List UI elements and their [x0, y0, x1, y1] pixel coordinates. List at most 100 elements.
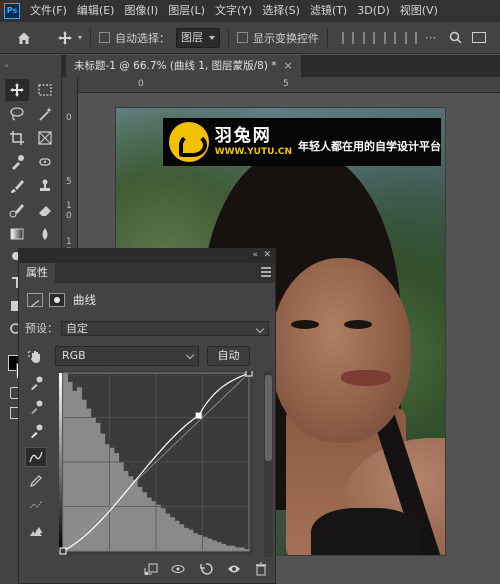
menu-view[interactable]: 视图(V) — [395, 0, 443, 22]
separator — [228, 28, 230, 47]
auto-select-dropdown[interactable]: 图层 — [176, 27, 221, 48]
lasso-tool[interactable] — [5, 103, 29, 125]
blur-tool[interactable] — [33, 223, 57, 245]
auto-button[interactable]: 自动 — [207, 346, 250, 366]
menu-edit[interactable]: 编辑(E) — [72, 0, 120, 22]
curves-graph-svg[interactable] — [59, 371, 253, 555]
histogram-bar — [174, 520, 180, 551]
adjustment-header: 曲线 — [27, 290, 96, 310]
preset-dropdown[interactable]: 自定 — [61, 320, 269, 336]
photo-lips — [341, 370, 391, 386]
ruler-tick-label: 0 — [66, 211, 72, 221]
white-point-eyedropper-icon[interactable] — [25, 421, 47, 441]
on-image-adjust-icon[interactable] — [25, 347, 47, 365]
photo-top — [311, 508, 421, 555]
align-group — [342, 31, 418, 44]
menu-file[interactable]: 文件(F) — [25, 0, 72, 22]
toolbar-grip: » — [4, 61, 9, 70]
layer-mask-icon[interactable] — [49, 293, 65, 307]
menu-type[interactable]: 文字(Y) — [210, 0, 257, 22]
clip-to-layer-icon[interactable] — [142, 560, 160, 578]
move-tool[interactable] — [5, 79, 29, 101]
align-left-icon[interactable] — [342, 31, 355, 44]
crop-tool[interactable] — [5, 127, 29, 149]
histogram-bar — [188, 529, 194, 551]
close-icon[interactable]: × — [284, 55, 293, 77]
properties-panel: 属性 曲线 预设： 自定 RGB 自动 — [18, 262, 276, 584]
eyedropper-tool[interactable] — [5, 151, 29, 173]
menu-3d[interactable]: 3D(D) — [352, 0, 395, 22]
histogram-bar — [193, 533, 199, 551]
document-tab[interactable]: 未标题-1 @ 66.7% (曲线 1, 图层蒙版/8) * × — [66, 55, 301, 77]
histogram-bar — [67, 381, 73, 551]
align-center-icon[interactable] — [363, 31, 376, 44]
black-point-eyedropper-icon[interactable] — [25, 373, 47, 393]
curve-control-point — [245, 371, 253, 377]
auto-select-label: 自动选择： — [115, 31, 171, 45]
clipping-warning-icon[interactable] — [25, 521, 47, 541]
menu-select[interactable]: 选择(S) — [257, 0, 305, 22]
histogram-bar — [216, 542, 222, 551]
histogram-bar — [221, 543, 227, 551]
histogram-bar — [160, 508, 166, 551]
gradient-tool[interactable] — [5, 223, 29, 245]
close-panel-icon[interactable]: ✕ — [263, 248, 271, 262]
watermark-banner: 羽兔网 WWW.YUTU.CN 年轻人都在用的自学设计平台 — [163, 118, 441, 166]
ruler-tick-label: 1 — [66, 237, 72, 247]
curves-adjustment-icon[interactable] — [27, 293, 43, 307]
photoshop-logo[interactable]: Ps — [4, 3, 20, 19]
histogram-bar — [146, 497, 152, 551]
curve-control-point — [195, 412, 202, 419]
home-icon[interactable] — [14, 28, 34, 48]
curves-graph[interactable] — [59, 371, 253, 555]
eraser-tool[interactable] — [33, 199, 57, 221]
histogram-bar — [165, 513, 171, 551]
histogram-bar — [151, 501, 157, 551]
view-previous-state-icon[interactable] — [169, 560, 187, 578]
panel-menu-icon[interactable] — [261, 267, 271, 277]
workspace-icon[interactable] — [472, 32, 487, 43]
marquee-tool[interactable] — [33, 79, 57, 101]
search-icon[interactable] — [446, 29, 464, 47]
pencil-icon[interactable] — [25, 471, 47, 491]
histogram-bar — [90, 417, 96, 551]
options-bar: ▾ 自动选择： 图层 显示变换控件 ··· — [0, 22, 500, 54]
clone-stamp-tool[interactable] — [33, 175, 57, 197]
yutu-logo-icon — [169, 122, 209, 162]
separator — [90, 28, 92, 47]
collapse-icon[interactable]: « — [252, 248, 258, 262]
more-icon[interactable]: ··· — [425, 31, 436, 45]
chevron-down-icon[interactable]: ▾ — [78, 33, 82, 42]
align-top-icon[interactable] — [405, 31, 418, 44]
brush-tool[interactable] — [5, 175, 29, 197]
tab-properties[interactable]: 属性 — [19, 263, 55, 283]
histogram-bar — [183, 527, 189, 551]
visibility-eye-icon[interactable] — [225, 560, 243, 578]
smooth-curve-icon[interactable] — [25, 495, 47, 515]
magic-wand-tool[interactable] — [33, 103, 57, 125]
move-icon[interactable] — [54, 28, 76, 48]
reset-icon[interactable] — [197, 560, 215, 578]
menu-image[interactable]: 图像(I) — [119, 0, 163, 22]
show-transform-checkbox[interactable] — [237, 32, 249, 43]
ruler-tick-label: 0 — [138, 79, 144, 89]
menu-layer[interactable]: 图层(L) — [163, 0, 210, 22]
panel-scrollbar[interactable] — [264, 371, 273, 557]
histogram-bar — [230, 545, 236, 551]
align-right-icon[interactable] — [384, 31, 397, 44]
scrollbar-thumb[interactable] — [265, 375, 272, 461]
channel-dropdown[interactable]: RGB — [55, 346, 199, 366]
histogram-bar — [95, 422, 101, 551]
delete-icon[interactable] — [252, 560, 270, 578]
ruler-tick-label: 5 — [66, 177, 72, 187]
auto-select-checkbox[interactable] — [99, 32, 111, 43]
document-tab-title: 未标题-1 @ 66.7% (曲线 1, 图层蒙版/8) * — [74, 60, 277, 72]
history-brush-tool[interactable] — [5, 199, 29, 221]
photo-face — [271, 258, 411, 443]
frame-tool[interactable] — [33, 127, 57, 149]
menu-filter[interactable]: 滤镜(T) — [305, 0, 352, 22]
gray-point-eyedropper-icon[interactable] — [25, 397, 47, 417]
curve-points-icon[interactable] — [25, 447, 47, 467]
healing-brush-tool[interactable] — [33, 151, 57, 173]
histogram-bar — [225, 545, 231, 551]
